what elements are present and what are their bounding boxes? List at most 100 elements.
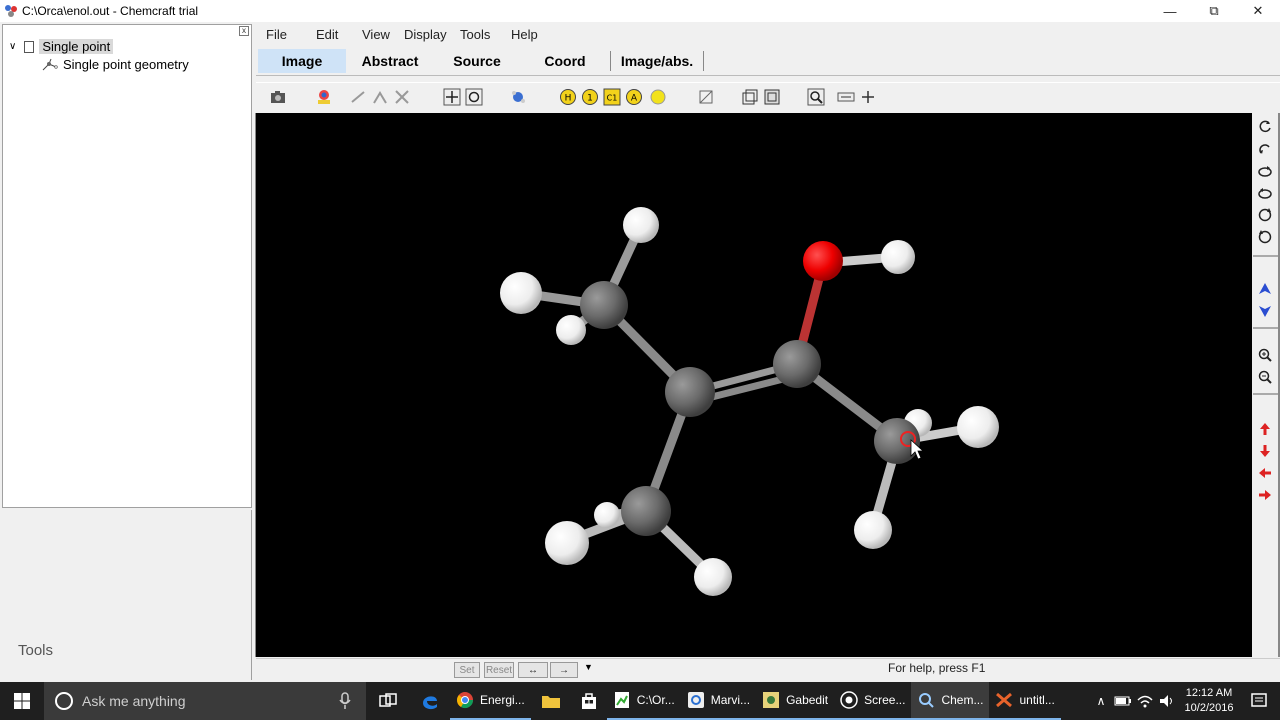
molecule-viewport[interactable]	[255, 113, 1252, 657]
taskbar-app-chemcraft[interactable]: Chem...	[911, 682, 990, 720]
measure-icon[interactable]	[696, 87, 716, 107]
restore-button[interactable]: ⧉	[1192, 0, 1236, 22]
chemcraft-app-icon	[5, 5, 17, 17]
dihedral-tool-icon[interactable]	[392, 87, 412, 107]
label-a-button[interactable]: A	[624, 87, 644, 107]
box-side-icon[interactable]	[762, 87, 782, 107]
label-h-button[interactable]: H	[558, 87, 578, 107]
action-center-icon[interactable]	[1240, 692, 1280, 710]
windows-start-icon[interactable]	[0, 682, 44, 720]
label-c1-text: C1	[607, 94, 618, 103]
menu-display[interactable]: Display	[404, 27, 447, 42]
tab-source[interactable]: Source	[434, 49, 520, 73]
shift-up-icon[interactable]	[1255, 419, 1275, 439]
taskbar-app-chrome[interactable]: Energi...	[450, 682, 531, 720]
label-number-text: 1	[587, 94, 593, 104]
tools-label: Tools	[18, 642, 54, 659]
rotate-x-cw-icon[interactable]	[1255, 117, 1275, 137]
taskbar-app-label: C:\Or...	[636, 693, 675, 707]
clock-date: 10/2/2016	[1184, 702, 1234, 714]
tab-image[interactable]: Image	[258, 49, 346, 73]
tree-root[interactable]: ∨ Single point	[9, 39, 114, 54]
menu-file[interactable]: File	[266, 27, 287, 42]
menu-help[interactable]: Help	[511, 27, 538, 42]
menu-view[interactable]: View	[362, 27, 390, 42]
zoom-out-icon[interactable]	[1255, 367, 1275, 387]
taskbar-app-marvin[interactable]: Marvi...	[680, 682, 757, 720]
volume-icon[interactable]	[1156, 693, 1178, 709]
tray-chevron-up-icon[interactable]: ∧	[1090, 694, 1112, 708]
label-c1-button[interactable]: C1	[602, 87, 622, 107]
rotate-y-ccw-icon[interactable]	[1255, 183, 1275, 203]
taskbar-app-untitled[interactable]: untitl...	[989, 682, 1061, 720]
hydrogen-atom	[623, 207, 659, 243]
close-button[interactable]: ✕	[1236, 0, 1280, 22]
status-help-text: For help, press F1	[888, 661, 986, 675]
tab-coord[interactable]: Coord	[520, 49, 610, 73]
marvin-icon	[687, 691, 705, 709]
tab-abstract[interactable]: Abstract	[346, 49, 434, 73]
taskbar-app-gabedit[interactable]: Gabedit	[756, 682, 835, 720]
rotate-z-cw-icon[interactable]	[1255, 205, 1275, 225]
carbon-atom	[773, 340, 821, 388]
minimize-button[interactable]: —	[1148, 0, 1192, 22]
document-icon	[24, 40, 35, 53]
rotate-y-cw-icon[interactable]	[1255, 161, 1275, 181]
box-front-icon[interactable]	[740, 87, 760, 107]
add-atom-icon[interactable]	[858, 87, 878, 107]
set-button[interactable]: Set	[454, 662, 480, 678]
tree-root-label[interactable]: Single point	[39, 39, 114, 54]
taskbar-app-orca-output[interactable]: C:\Or...	[606, 682, 681, 720]
store-icon[interactable]	[571, 682, 607, 720]
label-number-button[interactable]: 1	[580, 87, 600, 107]
swap-arrows-icon[interactable]: ↔	[518, 662, 548, 678]
zoom-fit-icon[interactable]	[806, 87, 826, 107]
file-explorer-icon[interactable]	[531, 682, 571, 720]
taskbar-app-screen-recorder[interactable]: Scree...	[834, 682, 912, 720]
microphone-icon[interactable]	[338, 692, 352, 710]
rotate-x-ccw-icon[interactable]	[1255, 139, 1275, 159]
toolbar-separator	[1253, 327, 1280, 329]
tree-child-label[interactable]: Single point geometry	[63, 57, 189, 72]
shift-left-icon[interactable]	[1255, 463, 1275, 483]
dropdown-arrow-icon[interactable]: ▼	[584, 662, 593, 672]
camera-icon[interactable]	[268, 87, 288, 107]
untitled-app-icon	[995, 691, 1013, 709]
toolbar-separator	[1253, 393, 1280, 395]
tree-close-icon[interactable]: x	[239, 26, 249, 36]
search-placeholder: Ask me anything	[82, 693, 186, 709]
edge-browser-icon[interactable]	[410, 682, 450, 720]
rotate-icon[interactable]	[464, 87, 484, 107]
reset-button[interactable]: Reset	[484, 662, 514, 678]
battery-icon[interactable]	[1112, 693, 1134, 709]
render-style-icon[interactable]	[314, 87, 334, 107]
collapse-chevron-icon[interactable]: ∨	[9, 41, 16, 52]
move-icon[interactable]	[442, 87, 462, 107]
task-view-icon[interactable]	[366, 682, 410, 720]
status-bar: Set Reset ↔ → ▼ For help, press F1	[256, 658, 1280, 680]
move-down-icon[interactable]	[1255, 301, 1275, 321]
menu-tools[interactable]: Tools	[460, 27, 490, 42]
tab-image-abs[interactable]: Image/abs.	[611, 49, 703, 73]
menu-edit[interactable]: Edit	[316, 27, 338, 42]
molecule-render[interactable]	[256, 113, 1253, 657]
hydrogen-atom	[694, 558, 732, 596]
wifi-icon[interactable]	[1134, 693, 1156, 709]
angle-tool-icon[interactable]	[370, 87, 390, 107]
dimension-icon[interactable]	[836, 87, 856, 107]
shift-down-icon[interactable]	[1255, 441, 1275, 461]
label-none-button[interactable]	[648, 87, 668, 107]
clock-time: 12:12 AM	[1185, 687, 1233, 699]
clock[interactable]: 12:12 AM 10/2/2016	[1178, 686, 1240, 716]
tree-child[interactable]: Single point geometry	[41, 57, 189, 72]
forward-arrow-icon[interactable]: →	[550, 662, 578, 678]
taskbar-app-label: Energi...	[480, 693, 525, 707]
chrome-icon	[456, 691, 474, 709]
molecule-view-icon[interactable]	[508, 87, 528, 107]
rotate-z-ccw-icon[interactable]	[1255, 227, 1275, 247]
move-up-icon[interactable]	[1255, 279, 1275, 299]
cortana-search-box[interactable]: Ask me anything	[44, 682, 366, 720]
zoom-in-icon[interactable]	[1255, 345, 1275, 365]
bond-tool-icon[interactable]	[348, 87, 368, 107]
shift-right-icon[interactable]	[1255, 485, 1275, 505]
